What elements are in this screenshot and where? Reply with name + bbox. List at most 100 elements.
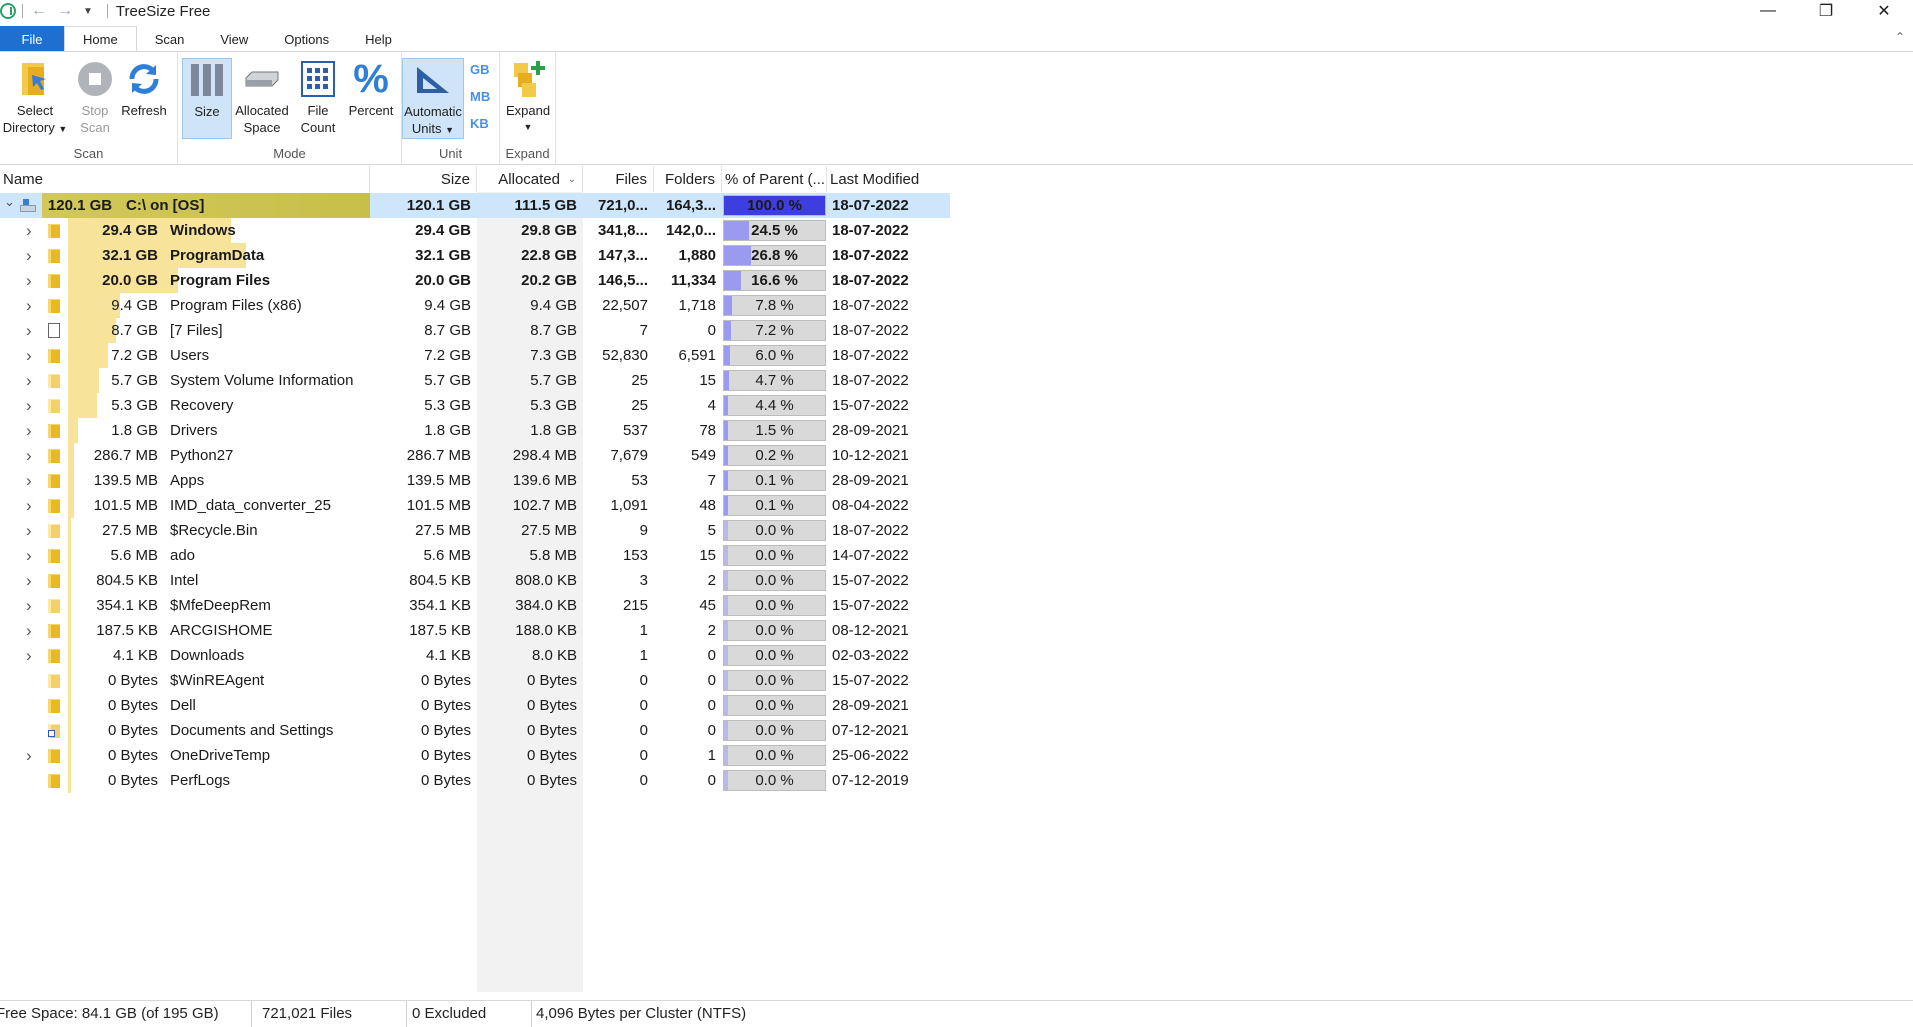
refresh-button[interactable]: Refresh <box>118 58 170 119</box>
expand-chevron-icon[interactable]: › <box>26 518 32 543</box>
size-badge: 0 Bytes <box>107 722 158 739</box>
table-row[interactable]: 0 Bytes PerfLogs 0 Bytes 0 Bytes 0 0 0.0 % 07-1… <box>0 768 950 793</box>
table-row[interactable]: › 9.4 GB Program Files (x86) 9.4 GB 9.4 GB 22… <box>0 293 950 318</box>
tab-options[interactable]: Options <box>266 26 347 52</box>
expand-chevron-icon[interactable]: › <box>26 218 32 243</box>
unit-kb-button[interactable]: KB <box>470 116 489 131</box>
expand-chevron-icon[interactable]: › <box>26 568 32 593</box>
table-row[interactable]: › 20.0 GB Program Files 20.0 GB 20.2 GB 146,5… <box>0 268 950 293</box>
column-header-allocated[interactable]: Allocated ⌄ <box>477 166 583 192</box>
expand-chevron-icon[interactable]: › <box>26 543 32 568</box>
expanded-chevron-icon[interactable]: ⌄ <box>4 189 15 214</box>
unit-mb-button[interactable]: MB <box>470 89 490 104</box>
percent-button[interactable]: % Percent <box>344 58 398 119</box>
folder-name: Intel <box>170 572 199 589</box>
table-row[interactable]: › 1.8 GB Drivers 1.8 GB 1.8 GB 537 78 1.5 % 28-0… <box>0 418 950 443</box>
stop-scan-button[interactable]: Stop Scan <box>70 58 120 136</box>
table-row[interactable]: › 804.5 KB Intel 804.5 KB 808.0 KB 3 2 0.0 % 15-… <box>0 568 950 593</box>
table-row[interactable]: › 354.1 KB $MfeDeepRem 354.1 KB 384.0 KB 215 4… <box>0 593 950 618</box>
expand-chevron-icon[interactable]: › <box>26 318 32 343</box>
select-directory-button[interactable]: Select Directory ▼ <box>2 58 68 138</box>
table-row[interactable]: › 32.1 GB ProgramData 32.1 GB 22.8 GB 147,3..… <box>0 243 950 268</box>
tab-view[interactable]: View <box>202 26 266 52</box>
column-header-files[interactable]: Files <box>583 166 654 192</box>
column-header-name[interactable]: Name <box>0 166 370 192</box>
table-row[interactable]: › 7.2 GB Users 7.2 GB 7.3 GB 52,830 6,591 6.0 %… <box>0 343 950 368</box>
cluster-size-status: 4,096 Bytes per Cluster (NTFS) <box>536 1005 747 1022</box>
unit-gb-button[interactable]: GB <box>470 62 490 77</box>
table-row[interactable]: › 27.5 MB $Recycle.Bin 27.5 MB 27.5 MB 9 5 0.0 … <box>0 518 950 543</box>
table-row[interactable]: › 5.6 MB ado 5.6 MB 5.8 MB 153 15 0.0 % 14-07-20… <box>0 543 950 568</box>
percent-text: 0.1 % <box>755 472 794 489</box>
expand-group-label: Expand <box>505 146 550 161</box>
column-header-size[interactable]: Size <box>370 166 477 192</box>
table-row[interactable]: › 8.7 GB [7 Files] 8.7 GB 8.7 GB 7 0 7.2 % 18-07… <box>0 318 950 343</box>
folder-name: Dell <box>170 697 196 714</box>
allocated-cell: 0 Bytes <box>526 772 577 789</box>
tab-home[interactable]: Home <box>64 26 137 52</box>
expand-button[interactable]: Expand ▼ <box>502 58 554 136</box>
column-header-last-modified[interactable]: Last Modified <box>827 166 947 192</box>
folder-name: $WinREAgent <box>170 672 265 689</box>
table-row[interactable]: › 286.7 MB Python27 286.7 MB 298.4 MB 7,679 54… <box>0 443 950 468</box>
expand-chevron-icon[interactable]: › <box>26 343 32 368</box>
column-header-folders[interactable]: Folders <box>654 166 722 192</box>
minimize-button[interactable]: — <box>1739 0 1797 22</box>
forward-arrow-icon[interactable]: → <box>57 2 73 20</box>
table-row[interactable]: › 101.5 MB IMD_data_converter_25 101.5 MB 10… <box>0 493 950 518</box>
last-modified-cell: 28-09-2021 <box>832 472 909 489</box>
customize-dropdown-icon[interactable]: ▼ <box>83 6 93 17</box>
expand-chevron-icon[interactable]: › <box>26 493 32 518</box>
table-row[interactable]: 0 Bytes Dell 0 Bytes 0 Bytes 0 0 0.0 % 28-09-20… <box>0 693 950 718</box>
expand-chevron-icon[interactable]: › <box>26 393 32 418</box>
close-button[interactable]: ✕ <box>1855 0 1913 22</box>
table-row[interactable]: › 139.5 MB Apps 139.5 MB 139.6 MB 53 7 0.1 % 28-… <box>0 468 950 493</box>
allocated-cell: 0 Bytes <box>526 722 577 739</box>
expand-chevron-icon[interactable]: › <box>26 268 32 293</box>
table-row[interactable]: › 0 Bytes OneDriveTemp 0 Bytes 0 Bytes 0 1 0.0 … <box>0 743 950 768</box>
tab-scan[interactable]: Scan <box>137 26 203 52</box>
table-row[interactable]: 0 Bytes Documents and Settings 0 Bytes 0 By… <box>0 718 950 743</box>
files-cell: 53 <box>631 472 648 489</box>
expand-chevron-icon[interactable]: › <box>26 243 32 268</box>
restore-button[interactable]: ❐ <box>1797 0 1855 22</box>
table-row[interactable]: ⌄ 120.1 GB C:\ on [OS] 120.1 GB 111.5 GB 721,… <box>0 193 950 218</box>
last-modified-cell: 02-03-2022 <box>832 647 909 664</box>
folder-front <box>51 575 60 588</box>
table-row[interactable]: 0 Bytes $WinREAgent 0 Bytes 0 Bytes 0 0 0.0 % 1… <box>0 668 950 693</box>
size-mode-button[interactable]: Size <box>182 58 232 139</box>
folders-cell: 2 <box>707 572 716 589</box>
table-row[interactable]: › 5.7 GB System Volume Information 5.7 GB 5.… <box>0 368 950 393</box>
expand-chevron-icon[interactable]: › <box>26 593 32 618</box>
tab-help[interactable]: Help <box>347 26 410 52</box>
expand-chevron-icon[interactable]: › <box>26 743 32 768</box>
folder-front <box>51 700 60 713</box>
automatic-units-button[interactable]: Automatic Units ▼ <box>402 58 464 139</box>
expand-chevron-icon[interactable]: › <box>26 468 32 493</box>
column-header-percent[interactable]: % of Parent (... <box>722 166 827 192</box>
expand-chevron-icon[interactable]: › <box>26 293 32 318</box>
folder-shortcut-icon <box>48 724 60 738</box>
folder-front <box>51 525 60 538</box>
folder-front <box>51 775 60 788</box>
files-cell: 146,5... <box>597 272 648 289</box>
collapse-ribbon-icon[interactable]: ⌃ <box>1895 30 1905 44</box>
table-row[interactable]: › 29.4 GB Windows 29.4 GB 29.8 GB 341,8... 142… <box>0 218 950 243</box>
folder-icon <box>48 549 60 563</box>
expand-chevron-icon[interactable]: › <box>26 618 32 643</box>
allocated-space-button[interactable]: Allocated Space <box>234 58 290 136</box>
table-row[interactable]: › 187.5 KB ARCGISHOME 187.5 KB 188.0 KB 1 2 0.0… <box>0 618 950 643</box>
folder-name: Downloads <box>170 647 245 664</box>
tab-file[interactable]: File <box>0 26 64 52</box>
expand-chevron-icon[interactable]: › <box>26 418 32 443</box>
back-arrow-icon[interactable]: ← <box>31 2 47 20</box>
file-count-button[interactable]: File Count <box>292 58 344 136</box>
expand-chevron-icon[interactable]: › <box>26 368 32 393</box>
table-row[interactable]: › 5.3 GB Recovery 5.3 GB 5.3 GB 25 4 4.4 % 15-07… <box>0 393 950 418</box>
percent-text: 0.2 % <box>755 447 794 464</box>
table-row[interactable]: › 4.1 KB Downloads 4.1 KB 8.0 KB 1 0 0.0 % 02-03… <box>0 643 950 668</box>
size-cell: 286.7 MB <box>406 447 471 464</box>
expand-chevron-icon[interactable]: › <box>26 643 32 668</box>
percent-text: 0.0 % <box>755 522 794 539</box>
expand-chevron-icon[interactable]: › <box>26 443 32 468</box>
